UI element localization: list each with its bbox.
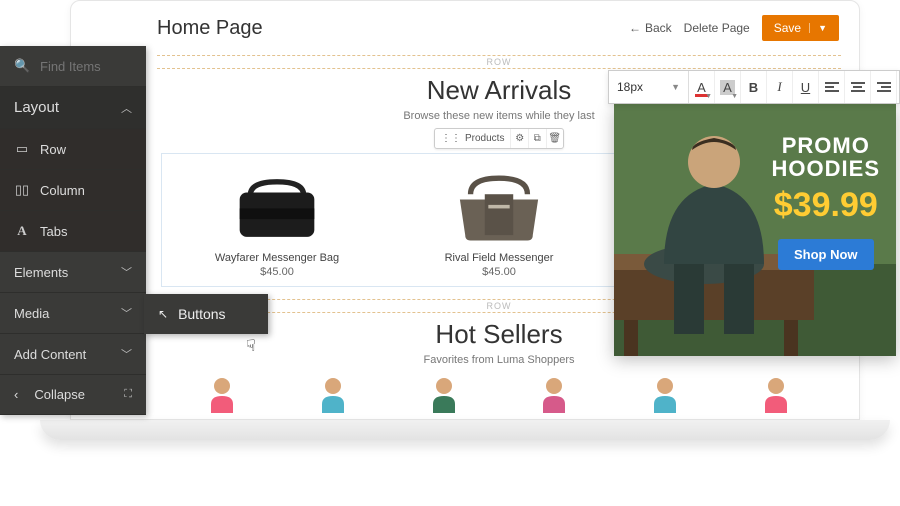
sidebar-section-layout[interactable]: Layout︿ <box>0 87 146 129</box>
delete-page-button[interactable]: Delete Page <box>684 21 750 35</box>
sidebar-flyout-buttons[interactable]: ↖ Buttons <box>144 294 268 334</box>
cursor-icon: ↖ <box>158 307 168 321</box>
promo-price: $39.99 <box>772 186 880 225</box>
sidebar-section-elements[interactable]: Elements﹀ <box>0 252 146 293</box>
product-thumb[interactable] <box>640 374 690 413</box>
laptop-base <box>40 420 890 440</box>
trash-icon[interactable]: 🗑 <box>546 129 564 148</box>
save-button[interactable]: Save▼ <box>762 15 839 41</box>
search-item[interactable]: 🔍 <box>0 46 146 87</box>
align-center-button[interactable] <box>845 71 871 103</box>
product-name: Wayfarer Messenger Bag <box>207 252 347 264</box>
product-thumb[interactable] <box>419 374 469 413</box>
tabs-icon: A <box>14 223 30 239</box>
chevron-left-icon: ‹ <box>14 387 18 402</box>
product-price: $45.00 <box>207 266 347 278</box>
chevron-down-icon: ▼ <box>671 82 680 92</box>
underline-button[interactable]: U <box>793 71 819 103</box>
search-icon: 🔍 <box>14 58 30 74</box>
products-block-toolbar[interactable]: ⋮⋮Products ⚙ ⧉ 🗑 <box>434 128 564 149</box>
align-right-button[interactable] <box>871 71 897 103</box>
align-left-button[interactable] <box>819 71 845 103</box>
font-size-select[interactable]: 18px▼ <box>609 71 689 103</box>
sidebar-section-media[interactable]: Media﹀ <box>0 293 146 334</box>
product-thumb[interactable] <box>308 374 358 413</box>
fullscreen-icon[interactable]: ⛶ <box>124 388 132 401</box>
drag-icon[interactable]: ⋮⋮ <box>441 133 461 144</box>
top-bar: Home Page ←Back Delete Page Save▼ <box>77 7 853 51</box>
chevron-down-icon[interactable]: ▼ <box>809 23 827 33</box>
sidebar-item-row[interactable]: ▭Row <box>0 129 146 170</box>
arrow-left-icon: ← <box>629 21 641 35</box>
column-icon: ▯▯ <box>14 182 30 198</box>
chevron-down-icon: ﹀ <box>121 264 132 280</box>
product-name: Rival Field Messenger <box>429 252 569 264</box>
product-item[interactable]: Rival Field Messenger $45.00 <box>429 164 569 278</box>
row-icon: ▭ <box>14 141 30 157</box>
product-thumb[interactable] <box>197 374 247 413</box>
italic-button[interactable]: I <box>767 71 793 103</box>
promo-banner[interactable]: PROMOHOODIES $39.99 Shop Now <box>614 104 896 356</box>
product-item[interactable]: Wayfarer Messenger Bag $45.00 <box>207 164 347 278</box>
bold-button[interactable]: B <box>741 71 767 103</box>
product-price: $45.00 <box>429 266 569 278</box>
page-title: Home Page <box>157 17 263 40</box>
sidebar-collapse[interactable]: ‹Collapse⛶ <box>0 375 146 415</box>
sidebar-section-add-content[interactable]: Add Content﹀ <box>0 334 146 375</box>
chevron-down-icon: ﹀ <box>121 305 132 321</box>
gear-icon[interactable]: ⚙ <box>510 129 528 148</box>
promo-text: PROMOHOODIES $39.99 Shop Now <box>772 134 880 270</box>
chevron-down-icon: ﹀ <box>121 346 132 362</box>
back-button[interactable]: ←Back <box>629 21 672 35</box>
product-image <box>444 164 554 244</box>
product-thumb[interactable] <box>751 374 801 413</box>
highlight-color-button[interactable]: A▼ <box>715 71 741 103</box>
sidebar: 🔍 Layout︿ ▭Row ▯▯Column ATabs Elements﹀ … <box>0 46 146 415</box>
product-thumb[interactable] <box>529 374 579 413</box>
copy-icon[interactable]: ⧉ <box>528 129 546 148</box>
format-toolbar: 18px▼ A▼ A▼ B I U <box>608 70 900 104</box>
search-input[interactable] <box>40 59 132 74</box>
sidebar-item-tabs[interactable]: ATabs <box>0 211 146 252</box>
chevron-up-icon: ︿ <box>121 100 132 116</box>
mouse-cursor-icon: ☟ <box>246 336 256 356</box>
text-color-button[interactable]: A▼ <box>689 71 715 103</box>
product-image <box>222 164 332 244</box>
sidebar-item-column[interactable]: ▯▯Column <box>0 170 146 211</box>
row-marker: ROW <box>157 55 841 69</box>
shop-now-button[interactable]: Shop Now <box>778 239 874 270</box>
hot-product-row <box>157 366 841 413</box>
